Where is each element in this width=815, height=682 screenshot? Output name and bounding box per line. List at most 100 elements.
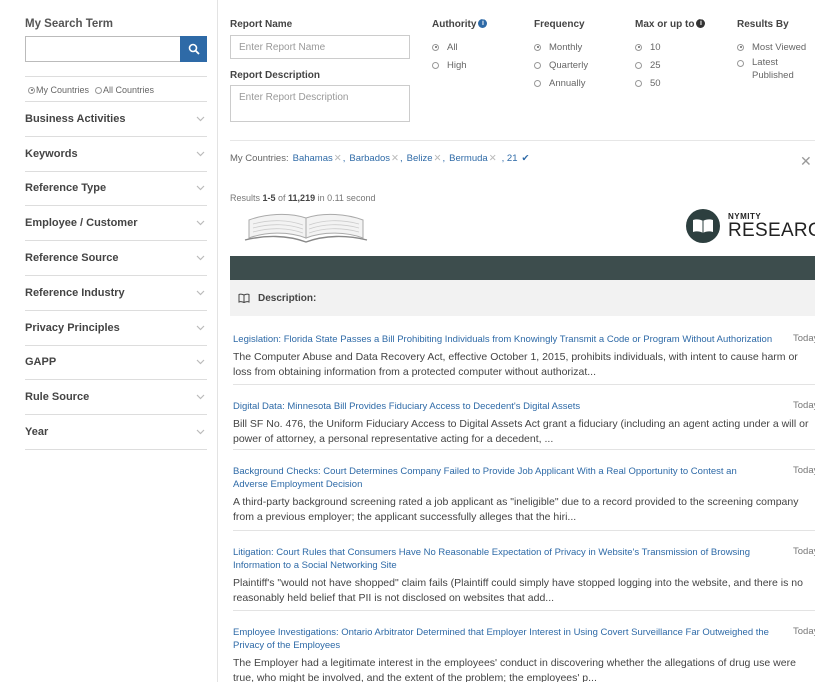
- search-button[interactable]: [180, 36, 207, 62]
- list-item: Digital Data: Minnesota Bill Provides Fi…: [233, 400, 815, 450]
- sidebar: My Search Term My Countries All Countrie…: [0, 0, 218, 682]
- country-chip[interactable]: Belize✕,: [407, 153, 445, 164]
- radio-unselected-icon: [534, 61, 541, 69]
- facet-reference-type[interactable]: Reference Type: [25, 172, 207, 207]
- info-icon[interactable]: i: [478, 19, 488, 28]
- radio-selected-icon: [432, 43, 439, 51]
- info-icon[interactable]: i: [696, 19, 706, 28]
- search-term-title: My Search Term: [25, 18, 113, 30]
- result-date: Today: [793, 465, 815, 476]
- chevron-down-icon: [196, 325, 205, 331]
- search-icon: [188, 43, 200, 55]
- checkmark-icon: ✔: [521, 153, 530, 164]
- chevron-down-icon: [196, 186, 205, 191]
- book-icon: [238, 293, 250, 303]
- radio-unselected-icon: [635, 61, 642, 69]
- radio-unselected-icon: [635, 79, 642, 87]
- results-by-options: Most Viewed Latest Published: [737, 38, 806, 82]
- report-name-label: Report Name: [230, 19, 293, 30]
- facet-employee-customer[interactable]: Employee / Customer: [25, 206, 207, 242]
- result-summary: Plaintiff's "would not have shopped" cla…: [233, 577, 803, 604]
- results-by-option-latest-published[interactable]: Latest Published: [737, 56, 806, 82]
- facet-rule-source[interactable]: Rule Source: [25, 380, 207, 416]
- chevron-down-icon: [196, 220, 205, 226]
- authority-option-high[interactable]: High: [432, 56, 467, 74]
- list-item: Litigation: Court Rules that Consumers H…: [233, 546, 815, 611]
- divider: [230, 140, 815, 141]
- remove-icon[interactable]: ✕: [434, 153, 442, 164]
- country-chip[interactable]: Bahamas✕,: [293, 153, 346, 164]
- radio-selected-icon: [635, 43, 642, 51]
- result-summary: The Computer Abuse and Data Recovery Act…: [233, 351, 798, 378]
- search-input[interactable]: [25, 36, 180, 62]
- remove-icon[interactable]: ✕: [334, 153, 342, 164]
- search-row: [25, 36, 207, 62]
- facet-year[interactable]: Year: [25, 415, 207, 450]
- facet-reference-source[interactable]: Reference Source: [25, 241, 207, 276]
- result-date: Today: [793, 626, 815, 637]
- table-header-bar: [230, 256, 815, 280]
- max-option-50[interactable]: 50: [635, 74, 661, 92]
- chevron-down-icon: [196, 360, 205, 365]
- results-by-option-most-viewed[interactable]: Most Viewed: [737, 38, 806, 56]
- chevron-down-icon: [196, 429, 205, 435]
- nymity-research-logo: NYMITY RESEARCH: [686, 209, 815, 243]
- facet-business-activities[interactable]: Business Activities: [25, 102, 207, 137]
- max-label: Max or up to i: [635, 19, 706, 30]
- remove-icon[interactable]: ✕: [489, 153, 497, 164]
- selected-countries: My Countries: Bahamas✕, Barbados✕, Beliz…: [230, 153, 530, 164]
- frequency-option-quarterly[interactable]: Quarterly: [534, 56, 588, 74]
- radio-my-countries[interactable]: My Countries: [28, 85, 89, 95]
- chevron-down-icon: [196, 151, 205, 157]
- chevron-down-icon: [196, 255, 205, 261]
- max-options: 10 25 50: [635, 38, 661, 92]
- radio-all-countries[interactable]: All Countries: [95, 85, 154, 95]
- result-summary: The Employer had a legitimate interest i…: [233, 657, 796, 682]
- frequency-option-annually[interactable]: Annually: [534, 74, 588, 92]
- chevron-down-icon: [196, 290, 205, 296]
- list-item: Legislation: Florida State Passes a Bill…: [233, 333, 815, 385]
- radio-unselected-icon: [534, 79, 541, 87]
- book-icon: [686, 209, 720, 243]
- frequency-option-monthly[interactable]: Monthly: [534, 38, 588, 56]
- authority-option-all[interactable]: All: [432, 38, 467, 56]
- results-by-label: Results By: [737, 19, 789, 30]
- country-chip[interactable]: Barbados✕,: [349, 153, 402, 164]
- facet-keywords[interactable]: Keywords: [25, 137, 207, 172]
- divider: [25, 76, 207, 77]
- facet-reference-industry[interactable]: Reference Industry: [25, 276, 207, 311]
- more-countries-link[interactable]: , 21: [502, 153, 518, 164]
- country-chip[interactable]: Bermuda✕: [449, 153, 498, 164]
- result-title-link[interactable]: Litigation: Court Rules that Consumers H…: [233, 546, 773, 572]
- open-book-image: [244, 213, 368, 243]
- radio-unselected-icon: [95, 86, 103, 94]
- result-date: Today: [793, 546, 815, 557]
- radio-selected-icon: [737, 43, 744, 51]
- facet-gapp[interactable]: GAPP: [25, 346, 207, 381]
- report-name-input[interactable]: Enter Report Name: [230, 35, 410, 59]
- result-title-link[interactable]: Background Checks: Court Determines Comp…: [233, 465, 773, 491]
- close-icon[interactable]: ✕: [800, 153, 812, 170]
- chevron-down-icon: [196, 394, 205, 400]
- facet-list: Business Activities Keywords Reference T…: [25, 101, 207, 450]
- radio-selected-icon: [534, 43, 541, 51]
- authority-label: Authority i: [432, 19, 488, 30]
- country-scope-radios: My Countries All Countries: [28, 85, 207, 95]
- max-option-25[interactable]: 25: [635, 56, 661, 74]
- chevron-down-icon: [196, 116, 205, 122]
- result-summary: A third-party background screening rated…: [233, 496, 799, 523]
- description-header: Description:: [230, 280, 815, 316]
- list-item: Background Checks: Court Determines Comp…: [233, 465, 815, 531]
- report-description-label: Report Description: [230, 70, 321, 81]
- radio-unselected-icon: [432, 61, 439, 69]
- result-title-link[interactable]: Legislation: Florida State Passes a Bill…: [233, 333, 773, 346]
- report-description-textarea[interactable]: Enter Report Description: [230, 85, 410, 122]
- max-option-10[interactable]: 10: [635, 38, 661, 56]
- remove-icon[interactable]: ✕: [391, 153, 399, 164]
- frequency-label: Frequency: [534, 19, 585, 30]
- result-summary: Bill SF No. 476, the Uniform Fiduciary A…: [233, 418, 809, 445]
- result-date: Today: [793, 400, 815, 411]
- result-title-link[interactable]: Digital Data: Minnesota Bill Provides Fi…: [233, 400, 773, 413]
- facet-privacy-principles[interactable]: Privacy Principles: [25, 311, 207, 346]
- result-title-link[interactable]: Employee Investigations: Ontario Arbitra…: [233, 626, 773, 652]
